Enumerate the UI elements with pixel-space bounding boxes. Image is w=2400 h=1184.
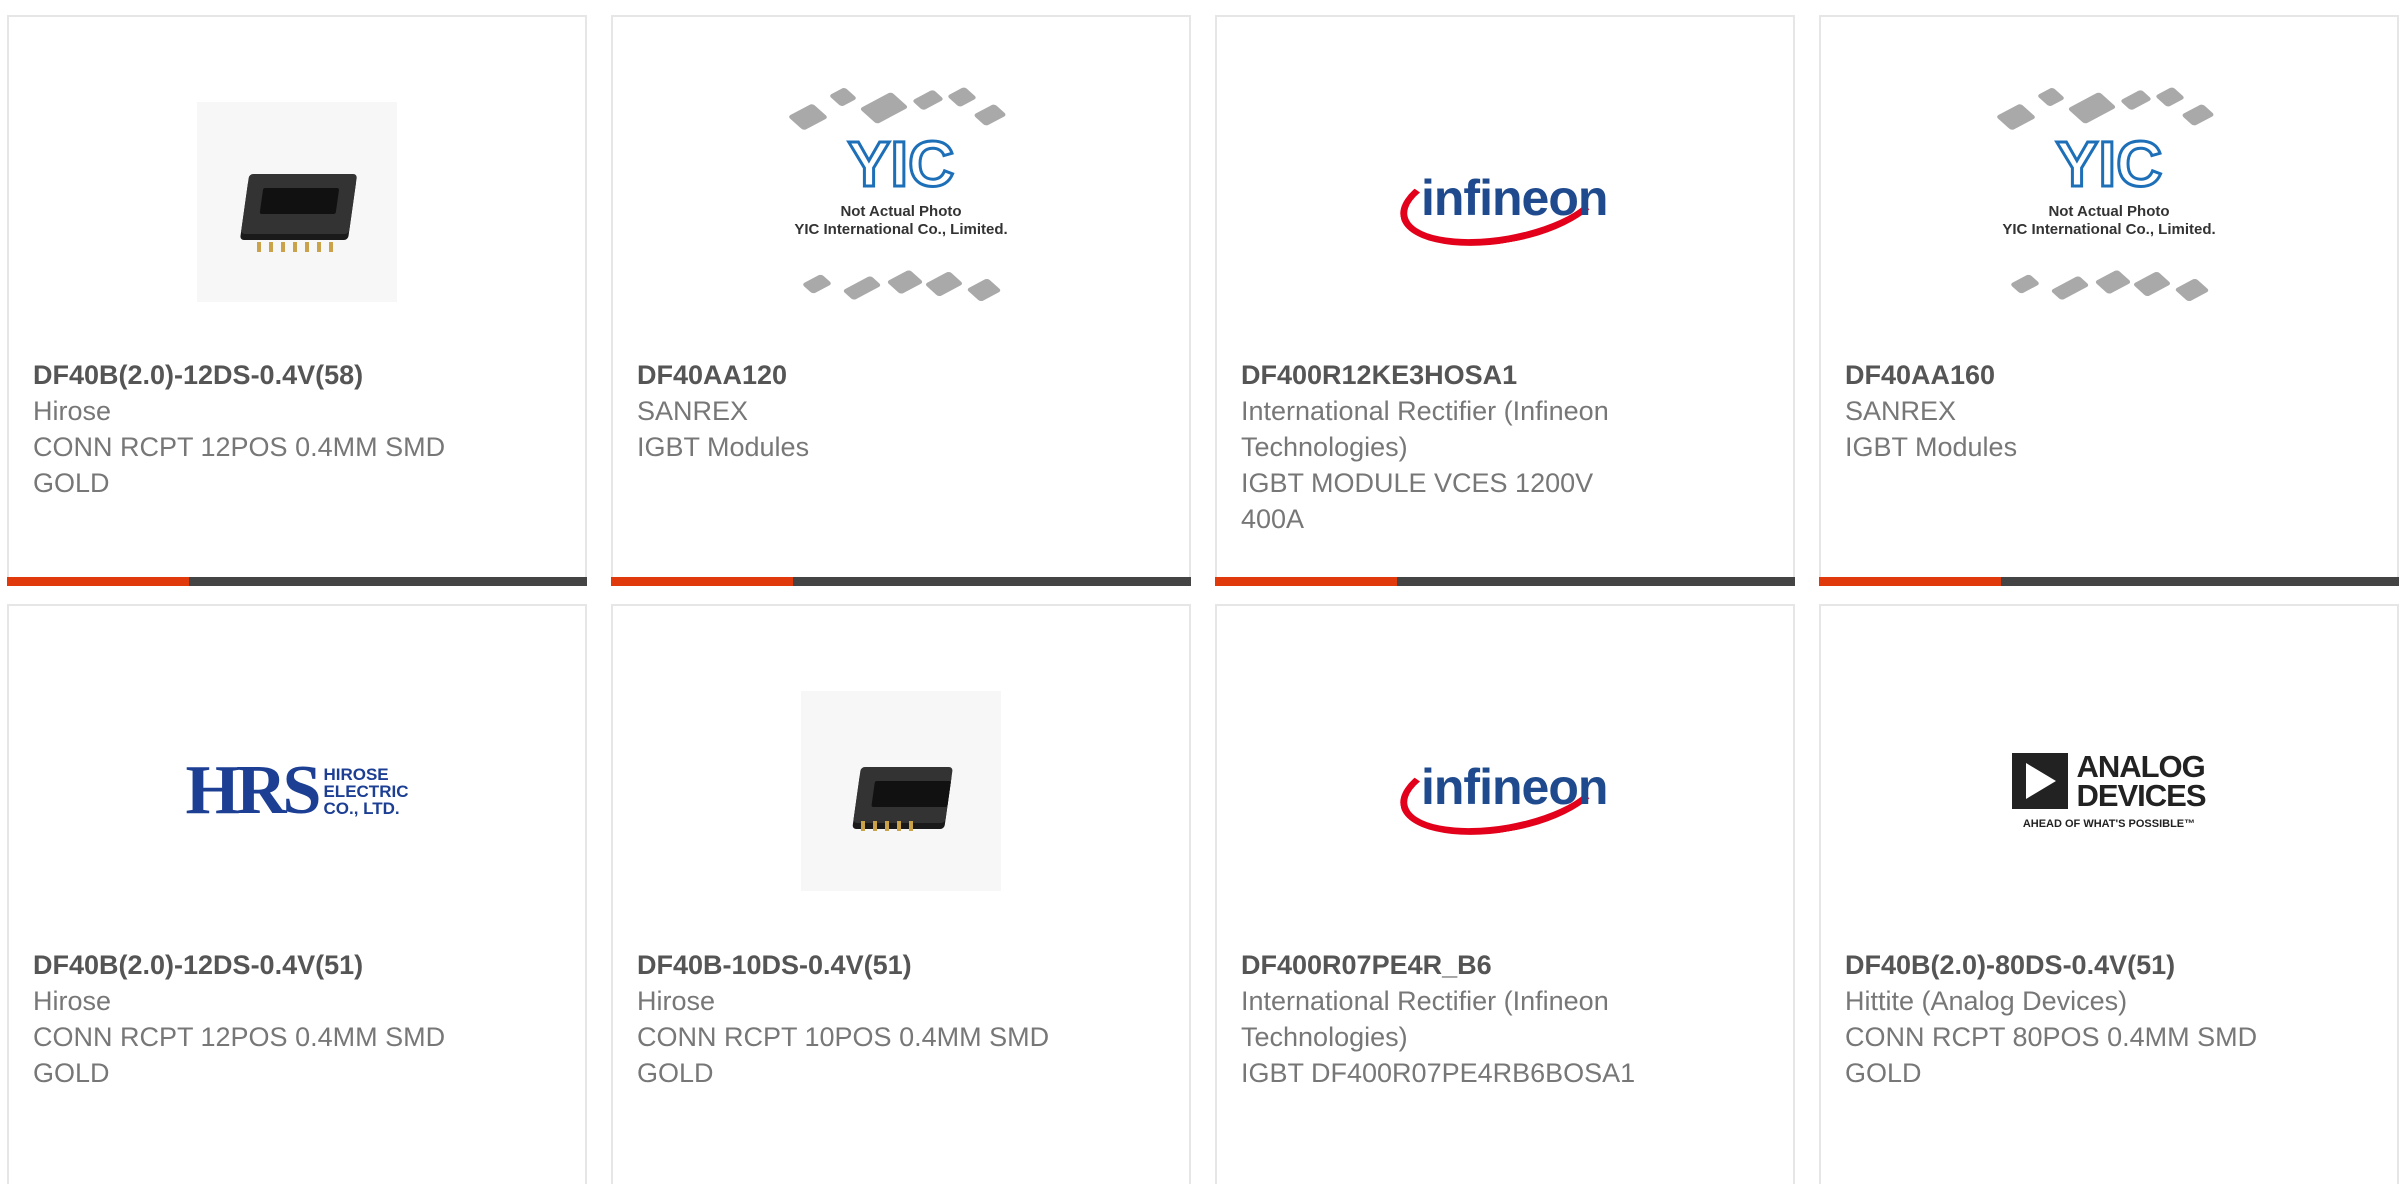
card-bottom-bar — [7, 577, 587, 586]
part-number-link[interactable]: DF40AA160 — [1845, 357, 2373, 393]
description: IGBT DF400R07PE4RB6BOSA1 — [1241, 1058, 1636, 1088]
description: CONN RCPT 12POS 0.4MM SMD GOLD — [33, 1022, 446, 1088]
description: IGBT MODULE VCES 1200V 400A — [1241, 468, 1594, 534]
yic-logo: YIC — [846, 128, 956, 201]
product-card[interactable]: DF40B(2.0)-12DS-0.4V(58) Hirose CONN RCP… — [7, 15, 587, 586]
part-number-link[interactable]: DF40AA120 — [637, 357, 1165, 393]
manufacturer: International Rectifier (Infineon Techno… — [1241, 396, 1609, 462]
yic-logo: YIC — [2054, 128, 2164, 201]
description: IGBT Modules — [1845, 432, 2018, 462]
product-info: DF400R12KE3HOSA1 International Rectifier… — [1241, 357, 1769, 537]
yic-placeholder-image: YIC Not Actual Photo YIC International C… — [766, 77, 1036, 327]
manufacturer: Hirose — [33, 396, 112, 426]
product-info: DF400R07PE4R_B6 International Rectifier … — [1241, 947, 1769, 1091]
description: CONN RCPT 80POS 0.4MM SMD GOLD — [1845, 1022, 2258, 1088]
product-card[interactable]: DF40B-10DS-0.4V(51) Hirose CONN RCPT 10P… — [611, 604, 1191, 1184]
hrs-logo: HRS HIROSE ELECTRIC CO., LTD. — [185, 752, 409, 829]
manufacturer: Hirose — [33, 986, 112, 1016]
product-card[interactable]: YIC Not Actual Photo YIC International C… — [1819, 15, 2399, 586]
yic-placeholder-image: YIC Not Actual Photo YIC International C… — [1974, 77, 2244, 327]
product-card[interactable]: YIC Not Actual Photo YIC International C… — [611, 15, 1191, 586]
product-info: DF40B(2.0)-12DS-0.4V(51) Hirose CONN RCP… — [33, 947, 561, 1091]
manufacturer: Hirose — [637, 986, 716, 1016]
product-image[interactable]: YIC Not Actual Photo YIC International C… — [1821, 77, 2397, 327]
connector-photo — [197, 102, 397, 302]
manufacturer: International Rectifier (Infineon Techno… — [1241, 986, 1609, 1052]
manufacturer: Hittite (Analog Devices) — [1845, 986, 2128, 1016]
product-image[interactable]: ANALOG DEVICES AHEAD OF WHAT'S POSSIBLE™ — [1821, 666, 2397, 916]
product-card[interactable]: ANALOG DEVICES AHEAD OF WHAT'S POSSIBLE™… — [1819, 604, 2399, 1184]
analog-devices-logo: ANALOG DEVICES AHEAD OF WHAT'S POSSIBLE™ — [2012, 751, 2207, 830]
card-bottom-bar — [1819, 577, 2399, 586]
part-number-link[interactable]: DF400R07PE4R_B6 — [1241, 947, 1769, 983]
part-number-link[interactable]: DF40B(2.0)-12DS-0.4V(51) — [33, 947, 561, 983]
product-info: DF40B(2.0)-12DS-0.4V(58) Hirose CONN RCP… — [33, 357, 561, 501]
product-image[interactable]: infineon — [1217, 77, 1793, 327]
manufacturer: SANREX — [637, 396, 749, 426]
product-card[interactable]: infineon DF400R12KE3HOSA1 International … — [1215, 15, 1795, 586]
description: IGBT Modules — [637, 432, 810, 462]
product-image[interactable] — [9, 77, 585, 327]
product-image[interactable]: HRS HIROSE ELECTRIC CO., LTD. — [9, 666, 585, 916]
description: CONN RCPT 12POS 0.4MM SMD GOLD — [33, 432, 446, 498]
card-bottom-bar — [1215, 577, 1795, 586]
product-info: DF40B(2.0)-80DS-0.4V(51) Hittite (Analog… — [1845, 947, 2373, 1091]
part-number-link[interactable]: DF40B(2.0)-80DS-0.4V(51) — [1845, 947, 2373, 983]
description: CONN RCPT 10POS 0.4MM SMD GOLD — [637, 1022, 1050, 1088]
infineon-logo: infineon — [1392, 137, 1615, 261]
product-info: DF40AA120 SANREX IGBT Modules — [637, 357, 1165, 465]
product-card[interactable]: HRS HIROSE ELECTRIC CO., LTD. DF40B(2.0)… — [7, 604, 587, 1184]
yic-caption: Not Actual Photo YIC International Co., … — [794, 203, 1008, 238]
product-image[interactable]: infineon — [1217, 666, 1793, 916]
manufacturer: SANREX — [1845, 396, 1957, 426]
yic-caption: Not Actual Photo YIC International Co., … — [2002, 203, 2216, 238]
part-number-link[interactable]: DF40B(2.0)-12DS-0.4V(58) — [33, 357, 561, 393]
part-number-link[interactable]: DF40B-10DS-0.4V(51) — [637, 947, 1165, 983]
product-info: DF40B-10DS-0.4V(51) Hirose CONN RCPT 10P… — [637, 947, 1165, 1091]
product-info: DF40AA160 SANREX IGBT Modules — [1845, 357, 2373, 465]
part-number-link[interactable]: DF400R12KE3HOSA1 — [1241, 357, 1769, 393]
infineon-logo: infineon — [1392, 726, 1615, 850]
product-image[interactable]: YIC Not Actual Photo YIC International C… — [613, 77, 1189, 327]
product-card[interactable]: infineon DF400R07PE4R_B6 International R… — [1215, 604, 1795, 1184]
card-bottom-bar — [611, 577, 1191, 586]
connector-photo — [801, 691, 1001, 891]
product-image[interactable] — [613, 666, 1189, 916]
